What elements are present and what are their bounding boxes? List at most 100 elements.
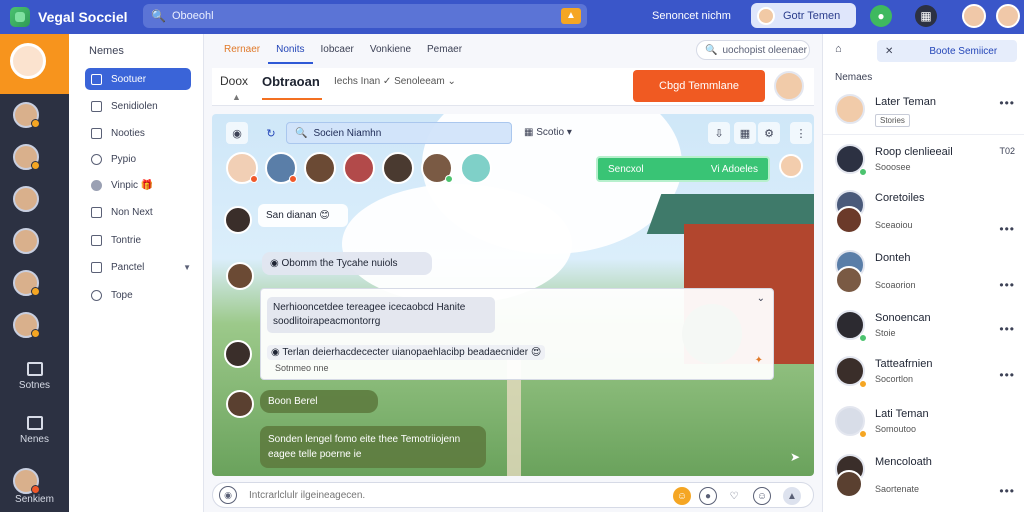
nav-title: Nemes [89, 45, 124, 57]
nav-item-tontrie[interactable]: Tontrie [85, 229, 191, 251]
profile-avatar[interactable] [962, 4, 986, 28]
more-icon[interactable]: ••• [999, 484, 1015, 498]
chat-back[interactable]: Doox ▲ [220, 74, 249, 102]
nav-item-panctel[interactable]: Panctel ▼ [85, 256, 191, 278]
contact-item[interactable]: Coretoiles Sceaoiou ••• [823, 184, 1024, 236]
sort-dropdown[interactable]: ▦ Scotio ▾ [524, 127, 572, 138]
message-thread-panel[interactable]: ⌄ Nerhiooncetdee tereagee icecaobcd Hani… [260, 288, 774, 380]
message-avatar[interactable] [226, 390, 254, 418]
message-avatar[interactable] [226, 262, 254, 290]
banner-avatar[interactable] [779, 154, 803, 178]
left-rail: Sotnes Nenes Senkiem [0, 34, 69, 512]
thread-text: Nerhiooncetdee tereagee icecaobcd Hanite [273, 302, 466, 313]
participant-avatar[interactable] [382, 152, 414, 184]
nav-item-pypio[interactable]: Pypio [85, 148, 191, 170]
rail-avatar[interactable] [13, 312, 40, 338]
filter-input[interactable]: 🔍 uochopist oleenaer [696, 40, 810, 60]
rail-avatar[interactable] [13, 144, 40, 170]
document-icon [91, 100, 102, 112]
status-dot-icon [859, 380, 867, 388]
more-icon[interactable]: ••• [999, 222, 1015, 236]
inbox-icon [26, 362, 43, 376]
home-icon[interactable]: ⌂ [835, 43, 842, 55]
tab-nonits[interactable]: Nonits [268, 44, 313, 64]
rail-button-sotnes[interactable]: Sotnes [0, 362, 69, 391]
status-dot-icon [445, 175, 453, 183]
chat-icon[interactable]: ● [870, 5, 892, 27]
chevron-down-icon[interactable]: ▼ [183, 263, 191, 272]
emoji-icon[interactable]: ☺ [673, 487, 691, 505]
nav-item-sootuer[interactable]: Sootuer [85, 68, 191, 90]
more-icon[interactable]: ⋮ [790, 122, 812, 144]
tab-rernaer[interactable]: Rernaer [216, 44, 268, 64]
bookmark-icon [91, 127, 102, 139]
tab-iobcaer[interactable]: Iobcaer [313, 44, 362, 64]
chevron-down-icon[interactable]: ⌄ [757, 293, 765, 304]
rail-avatar[interactable] [13, 228, 39, 254]
contact-name: Mencoloath [875, 456, 932, 468]
nav-item-tope[interactable]: Tope [85, 284, 191, 306]
apps-icon[interactable]: ▦ [915, 5, 937, 27]
rail-avatar[interactable] [13, 186, 39, 212]
nav-item-senidiolen[interactable]: Senidiolen [85, 95, 191, 117]
global-search[interactable]: 🔍 Oboeohl ▲ [143, 4, 587, 28]
message-avatar[interactable] [224, 340, 252, 368]
paw-icon[interactable]: ◉ [226, 122, 248, 144]
more-icon[interactable]: ••• [999, 278, 1015, 292]
participant-avatar[interactable] [343, 152, 375, 184]
participant-avatar[interactable] [460, 152, 492, 184]
smile-icon[interactable]: ☺ [753, 487, 771, 505]
more-icon[interactable]: ••• [999, 368, 1015, 382]
settings-icon[interactable]: ⚙ [758, 122, 780, 144]
attachment-icon[interactable]: ● [699, 487, 717, 505]
participant-avatar[interactable] [265, 152, 297, 184]
nav-item-nooties[interactable]: Nooties [85, 122, 191, 144]
contact-item[interactable]: Tatteafrnien Socortlon ••• [823, 350, 1024, 398]
more-icon[interactable]: ••• [999, 96, 1015, 110]
participant-avatar[interactable] [226, 152, 258, 184]
heart-icon[interactable]: ♡ [725, 487, 743, 505]
chat-status[interactable]: Iechs Inan ✓ Senoleeam ⌄ [334, 76, 456, 87]
rail-button-senkiem[interactable]: Senkiem [0, 494, 69, 505]
contact-item[interactable]: Roop clenlieeail Sooosee T02 [823, 138, 1024, 186]
refresh-icon[interactable]: ↻ [260, 122, 282, 144]
send-arrow-icon[interactable]: ➤ [790, 450, 800, 464]
message-input[interactable] [249, 489, 649, 501]
rail-avatar[interactable] [13, 270, 40, 296]
brand[interactable]: Vegal Socciel [0, 7, 140, 27]
nav-item-non-next[interactable]: Non Next [85, 201, 191, 223]
contact-item[interactable]: Donteh Scoaorion ••• [823, 244, 1024, 294]
rail-button-nenes[interactable]: Nenes [0, 416, 69, 445]
rail-profile-avatar[interactable] [13, 468, 40, 494]
highlight-banner[interactable]: Sencxol Vi Adoeles [596, 156, 770, 182]
participant-avatar[interactable] [304, 152, 336, 184]
image-icon [91, 261, 102, 273]
contact-item[interactable]: Mencoloath Saortenate ••• [823, 448, 1024, 498]
chat-search[interactable]: 🔍 Socien Niamhn [286, 122, 512, 144]
primary-action-button[interactable]: Cbgd Temmlane [633, 70, 765, 102]
image-icon[interactable]: ▦ [734, 122, 756, 144]
contact-item[interactable]: Later Teman Stories ••• [823, 88, 1024, 136]
participant-avatar[interactable] [421, 152, 453, 184]
profile-avatar-secondary[interactable] [996, 4, 1020, 28]
contact-item[interactable]: Lati Teman Somoutoo [823, 400, 1024, 448]
mic-icon[interactable]: ▲ [783, 487, 801, 505]
contacts-search[interactable]: ✕ Boote Semiicer [877, 40, 1017, 62]
status-dot-icon [31, 161, 40, 170]
tab-vonkiene[interactable]: Vonkiene [362, 44, 419, 64]
current-user-tile[interactable] [0, 34, 69, 94]
notification-badge-icon[interactable]: ▲ [561, 8, 581, 24]
message-avatar[interactable] [224, 206, 252, 234]
add-attachment-icon[interactable]: ◉ [219, 486, 237, 504]
rail-avatar[interactable] [13, 102, 40, 128]
nav-item-vinpic[interactable]: Vinpic 🎁 [85, 174, 191, 196]
chat-back-label: Doox [220, 74, 249, 88]
banner-right-text: Vi Adoeles [710, 163, 758, 175]
tab-pemaer[interactable]: Pemaer [419, 44, 470, 64]
contact-item[interactable]: Sonoencan Stoie ••• [823, 304, 1024, 352]
download-icon[interactable]: ⇩ [708, 122, 730, 144]
chat-header-avatar[interactable] [774, 71, 804, 101]
user-chip[interactable]: Gotr Temen [751, 3, 856, 28]
close-icon[interactable]: ✕ [885, 46, 893, 57]
more-icon[interactable]: ••• [999, 322, 1015, 336]
